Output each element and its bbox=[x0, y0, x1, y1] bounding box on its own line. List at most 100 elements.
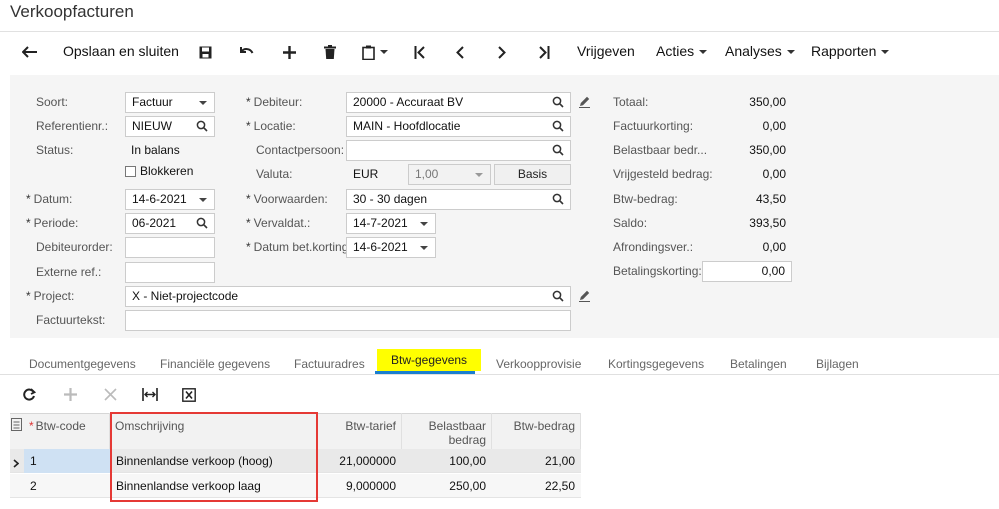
vervaldat-label-text: Vervaldat.: bbox=[253, 216, 311, 230]
cell-btw-code[interactable]: 1 bbox=[24, 449, 110, 473]
column-header-belastbaar-bedrag[interactable]: Belastbaar bedrag bbox=[402, 413, 492, 449]
edit-pencil-icon[interactable] bbox=[578, 95, 591, 111]
actions-menu-label: Acties bbox=[656, 43, 695, 59]
referentienr-field[interactable]: NIEUW bbox=[125, 116, 215, 137]
fit-columns-icon[interactable] bbox=[139, 384, 161, 406]
refresh-icon[interactable] bbox=[18, 384, 40, 406]
debiteur-field[interactable]: 20000 - Accuraat BV bbox=[346, 92, 571, 113]
locatie-field[interactable]: MAIN - Hoofdlocatie bbox=[346, 116, 571, 137]
cell-belastbaar[interactable]: 250,00 bbox=[402, 474, 492, 498]
search-icon bbox=[552, 193, 564, 205]
basis-button[interactable]: Basis bbox=[494, 164, 571, 185]
chevron-down-icon bbox=[475, 173, 483, 177]
add-row-icon bbox=[59, 384, 81, 406]
tab-documentgegevens[interactable]: Documentgegevens bbox=[29, 356, 136, 372]
project-label: * Project: bbox=[26, 289, 75, 303]
chevron-down-icon bbox=[199, 101, 207, 105]
locatie-label-text: Locatie: bbox=[253, 119, 296, 133]
first-record-icon[interactable] bbox=[408, 38, 432, 64]
column-header-btw-tarief[interactable]: Btw-tarief bbox=[318, 413, 402, 449]
project-label-text: Project: bbox=[33, 289, 75, 303]
analyses-menu[interactable]: Analyses bbox=[725, 38, 795, 64]
debiteurorder-field[interactable] bbox=[125, 237, 215, 258]
afronding-value: 0,00 bbox=[762, 240, 786, 254]
betalingskorting-field[interactable]: 0,00 bbox=[702, 261, 792, 282]
vrijgesteld-label: Vrijgesteld bedrag: bbox=[613, 167, 713, 181]
search-icon bbox=[552, 290, 564, 302]
contactpersoon-field[interactable] bbox=[346, 140, 571, 161]
valuta-rate-value: 1,00 bbox=[415, 167, 439, 181]
last-record-icon[interactable] bbox=[532, 38, 556, 64]
cell-btw-tarief[interactable]: 21,000000 bbox=[318, 449, 402, 473]
column-header-btw-bedrag[interactable]: Btw-bedrag bbox=[492, 413, 581, 449]
vervaldat-label: * Vervaldat.: bbox=[246, 216, 311, 230]
datum-field[interactable]: 14-6-2021 bbox=[125, 189, 215, 210]
externe-ref-label: Externe ref.: bbox=[36, 265, 102, 279]
delete-icon[interactable] bbox=[318, 38, 342, 64]
edit-pencil-icon[interactable] bbox=[578, 289, 591, 305]
status-label: Status: bbox=[36, 143, 74, 157]
cell-btw-bedrag[interactable]: 22,50 bbox=[492, 474, 581, 498]
back-arrow-icon[interactable] bbox=[18, 38, 42, 64]
valuta-code: EUR bbox=[353, 167, 379, 181]
project-value: X - Niet-projectcode bbox=[132, 289, 239, 303]
row-selector-icon bbox=[13, 457, 20, 471]
tab-kortingsgegevens[interactable]: Kortingsgegevens bbox=[608, 356, 704, 372]
locatie-value: MAIN - Hoofdlocatie bbox=[353, 119, 461, 133]
chevron-down-icon bbox=[199, 198, 207, 202]
vervaldat-value: 14-7-2021 bbox=[353, 216, 408, 230]
cell-btw-code[interactable]: 2 bbox=[24, 474, 110, 498]
saldo-label: Saldo: bbox=[613, 216, 648, 230]
factuurtekst-label: Factuurtekst: bbox=[36, 313, 106, 327]
column-chooser-icon[interactable] bbox=[11, 418, 22, 434]
vervaldat-field[interactable]: 14-7-2021 bbox=[346, 213, 436, 234]
analyses-menu-label: Analyses bbox=[725, 43, 782, 59]
chevron-down-icon bbox=[420, 246, 428, 250]
periode-field[interactable]: 06-2021 bbox=[125, 213, 215, 234]
soort-select[interactable]: Factuur bbox=[125, 92, 215, 113]
cell-btw-bedrag[interactable]: 21,00 bbox=[492, 449, 581, 473]
belastbaar-value: 350,00 bbox=[749, 143, 786, 157]
reports-menu[interactable]: Rapporten bbox=[811, 38, 890, 64]
soort-label: Soort: bbox=[36, 95, 69, 109]
save-close-button[interactable]: Opslaan en sluiten bbox=[63, 38, 179, 64]
blokkeren-checkbox[interactable] bbox=[125, 166, 136, 177]
previous-record-icon[interactable] bbox=[448, 38, 472, 64]
search-icon bbox=[552, 144, 564, 156]
tab-btw-gegevens[interactable]: Btw-gegevens bbox=[377, 349, 482, 371]
factuurkorting-label: Factuurkorting: bbox=[613, 119, 694, 133]
tab-verkoopprovisie[interactable]: Verkoopprovisie bbox=[496, 356, 581, 372]
tab-betalingen[interactable]: Betalingen bbox=[730, 356, 787, 372]
externe-ref-field[interactable] bbox=[125, 262, 215, 283]
cell-btw-tarief[interactable]: 9,000000 bbox=[318, 474, 402, 498]
factuurtekst-field[interactable] bbox=[125, 310, 571, 331]
export-excel-icon[interactable] bbox=[178, 384, 200, 406]
actions-menu[interactable]: Acties bbox=[656, 38, 708, 64]
tab-factuuradres[interactable]: Factuuradres bbox=[294, 356, 365, 372]
datum-bet-korting-field[interactable]: 14-6-2021 bbox=[346, 237, 436, 258]
cell-belastbaar[interactable]: 100,00 bbox=[402, 449, 492, 473]
divider bbox=[0, 31, 999, 32]
column-header-btw-code[interactable]: * Btw-code bbox=[24, 413, 110, 449]
next-record-icon[interactable] bbox=[490, 38, 514, 64]
clipboard-icon[interactable] bbox=[362, 38, 388, 64]
voorwaarden-field[interactable]: 30 - 30 dagen bbox=[346, 189, 571, 210]
afronding-label: Afrondingsver.: bbox=[613, 240, 694, 254]
datum-bet-korting-label-text: Datum bet.korting: bbox=[253, 240, 352, 254]
save-icon[interactable] bbox=[193, 38, 217, 64]
required-marker: * bbox=[29, 419, 34, 433]
totaal-value: 350,00 bbox=[749, 95, 786, 109]
datum-bet-korting-value: 14-6-2021 bbox=[353, 240, 408, 254]
tab-financiele-gegevens[interactable]: Financiële gegevens bbox=[160, 356, 270, 372]
project-field[interactable]: X - Niet-projectcode bbox=[125, 286, 571, 307]
search-icon bbox=[552, 96, 564, 108]
undo-icon[interactable] bbox=[235, 38, 259, 64]
release-button[interactable]: Vrijgeven bbox=[577, 38, 635, 64]
page-title: Verkoopfacturen bbox=[10, 2, 134, 21]
add-icon[interactable] bbox=[277, 38, 301, 64]
search-icon bbox=[196, 120, 208, 132]
tab-bijlagen[interactable]: Bijlagen bbox=[816, 356, 859, 372]
periode-label-text: Periode: bbox=[33, 216, 79, 230]
status-value: In balans bbox=[131, 143, 180, 157]
valuta-rate-field[interactable]: 1,00 bbox=[408, 164, 491, 185]
